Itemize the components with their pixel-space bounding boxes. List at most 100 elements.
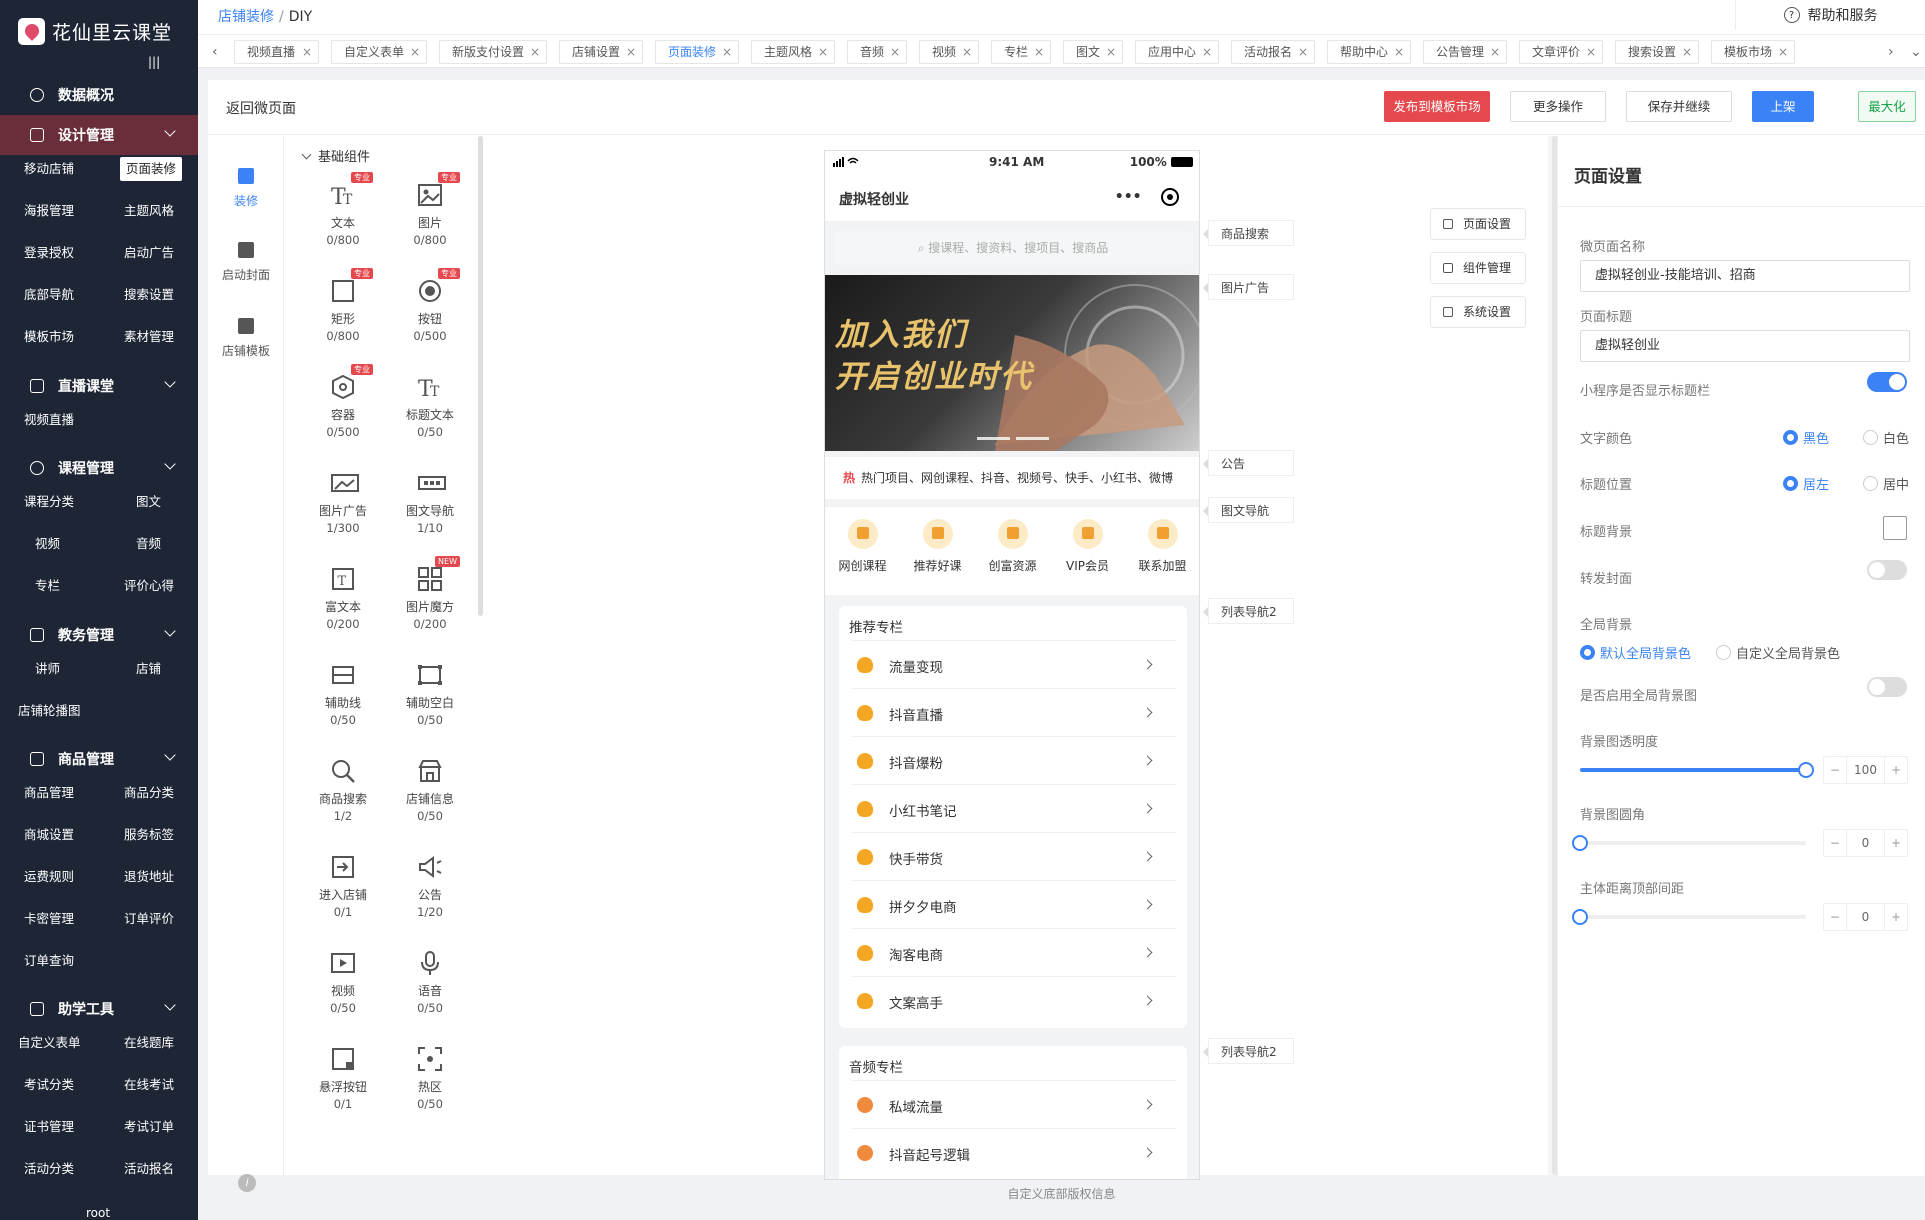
plus-icon[interactable]: + [1885,757,1907,783]
page-settings-button[interactable]: 页面设置 [1430,208,1526,240]
list-item[interactable]: 淘客电商 [851,928,1177,976]
close-icon[interactable]: × [1298,41,1308,63]
component-group-header[interactable]: 基础组件 [301,146,370,165]
tab-page-decoration[interactable]: 页面装修 × [655,40,739,64]
component-rect[interactable]: 专业 矩形 0/800 [303,268,383,343]
bg-opacity-slider[interactable] [1580,762,1814,778]
close-icon[interactable]: × [1778,41,1788,63]
text-color-black-radio[interactable]: 黑色 [1783,428,1829,447]
sidebar-item-bottom-nav[interactable]: 底部导航 [24,283,74,307]
slider-handle[interactable] [1572,835,1588,851]
custom-bg-radio[interactable]: 自定义全局背景色 [1716,643,1840,662]
back-link[interactable]: 返回微页面 [226,98,296,118]
title-bg-color-swatch[interactable] [1883,516,1907,540]
sidebar-item-order-review[interactable]: 订单评价 [124,907,174,931]
sidebar-item-online-exam[interactable]: 在线考试 [124,1073,174,1097]
component-video[interactable]: 视频 0/50 [303,950,383,1015]
system-settings-button[interactable]: 系统设置 [1430,296,1526,328]
component-button[interactable]: 专业 按钮 0/500 [390,268,470,343]
tab-theme[interactable]: 主题风格 × [751,40,835,64]
minus-icon[interactable]: − [1824,904,1846,930]
component-guide-line[interactable]: 辅助线 0/50 [303,662,383,727]
label-list-nav[interactable]: 列表导航2 [1203,598,1294,624]
close-circle-icon[interactable] [1161,188,1180,206]
tab-column[interactable]: 专栏 × [991,40,1051,64]
list-item[interactable]: 流量变现 [851,640,1177,688]
chevron-left-icon[interactable]: ‹ [212,44,218,60]
close-icon[interactable]: × [626,41,636,63]
component-manage-button[interactable]: 组件管理 [1430,252,1526,284]
close-icon[interactable]: × [890,41,900,63]
phone-notice[interactable]: 热热门项目、网创课程、抖音、视频号、快手、小红书、微博 [825,457,1199,499]
tab-help-center[interactable]: 帮助中心 × [1327,40,1411,64]
minus-icon[interactable]: − [1824,830,1846,856]
close-icon[interactable]: × [1202,41,1212,63]
tab-video-live[interactable]: 视频直播 × [234,40,319,64]
component-hotzone[interactable]: 热区 0/50 [390,1046,470,1111]
sidebar-item-custom-form[interactable]: 自定义表单 [18,1031,81,1055]
minus-icon[interactable]: − [1824,757,1846,783]
sidebar-group-academic[interactable]: 教务管理 [0,615,198,655]
sidebar-item-column[interactable]: 专栏 [35,574,60,598]
tab-audio[interactable]: 音频 × [847,40,907,64]
component-container[interactable]: 专业 容器 0/500 [303,364,383,439]
sidebar-item-shipping[interactable]: 运费规则 [24,865,74,889]
list-item[interactable]: 抖音直播 [851,688,1177,736]
close-icon[interactable]: × [1394,41,1404,63]
close-icon[interactable]: × [410,41,420,63]
component-image-nav[interactable]: 图文导航 1/10 [390,470,470,535]
sidebar-item-question-bank[interactable]: 在线题库 [124,1031,174,1055]
label-notice[interactable]: 公告 [1203,450,1294,476]
component-float-button[interactable]: 悬浮按钮 0/1 [303,1046,383,1111]
component-store-info[interactable]: 店铺信息 0/50 [390,758,470,823]
top-margin-slider[interactable] [1572,909,1806,925]
list-item[interactable]: 抖音起号逻辑 [851,1128,1177,1176]
breadcrumb-store-decoration[interactable]: 店铺装修 [218,9,274,25]
list-item[interactable]: 小红书笔记 [851,784,1177,832]
component-rich-text[interactable]: T 富文本 0/200 [303,566,383,631]
sidebar-item-store[interactable]: 店铺 [136,657,161,681]
vnav-store-template[interactable]: 店铺模板 [208,318,284,359]
vnav-decoration[interactable]: 装修 [208,168,284,209]
sidebar-item-video-live[interactable]: 视频直播 [24,408,74,432]
close-icon[interactable]: × [302,41,312,63]
component-title-text[interactable]: T T 标题文本 0/50 [390,374,470,439]
default-bg-radio[interactable]: 默认全局背景色 [1580,643,1691,662]
sidebar-item-return-address[interactable]: 退货地址 [124,865,174,889]
sidebar-item-mall-settings[interactable]: 商城设置 [24,823,74,847]
save-continue-button[interactable]: 保存并继续 [1626,91,1732,122]
sidebar-item-card-keys[interactable]: 卡密管理 [24,907,74,931]
sidebar-group-goods[interactable]: 商品管理 [0,739,198,779]
component-image-cube[interactable]: NEW 图片魔方 0/200 [390,556,470,631]
list-item[interactable]: 文案高手 [851,976,1177,1024]
component-goods-search[interactable]: 商品搜索 1/2 [303,758,383,823]
sidebar-item-theme[interactable]: 主题风格 [124,199,174,223]
share-cover-toggle[interactable] [1867,560,1907,580]
sidebar-item-materials[interactable]: 素材管理 [124,325,174,349]
sidebar-item-page-decoration[interactable]: 页面装修 [120,157,183,181]
sidebar-item-video[interactable]: 视频 [35,532,60,556]
carousel-dots[interactable] [977,437,1049,440]
sidebar-group-tools[interactable]: 助学工具 [0,989,198,1029]
label-goods-search[interactable]: 商品搜索 [1203,220,1294,246]
sidebar-item-course-category[interactable]: 课程分类 [24,490,74,514]
current-user[interactable]: root [86,1206,110,1220]
component-blank[interactable]: 辅助空白 0/50 [390,662,470,727]
nav-item-vip[interactable]: VIP会员 [1050,519,1125,574]
tab-article-review[interactable]: 文章评价 × [1519,40,1603,64]
list-item[interactable]: 拼夕夕电商 [851,880,1177,928]
sidebar-item-template-market[interactable]: 模板市场 [24,325,74,349]
collapse-menu-icon[interactable]: ||| [148,55,160,69]
sidebar-item-service-tags[interactable]: 服务标签 [124,823,174,847]
sidebar-item-goods-category[interactable]: 商品分类 [124,781,174,805]
show-titlebar-toggle[interactable] [1867,372,1907,392]
plus-icon[interactable]: + [1885,830,1907,856]
text-color-white-radio[interactable]: 白色 [1863,428,1909,447]
sidebar-group-live[interactable]: 直播课堂 [0,366,198,406]
online-button[interactable]: 上架 [1752,91,1814,122]
page-name-input[interactable]: 虚拟轻创业-技能培训、招商 [1580,260,1910,292]
nav-item-join[interactable]: 联系加盟 [1125,519,1199,574]
tab-video[interactable]: 视频 × [919,40,979,64]
title-left-radio[interactable]: 居左 [1783,474,1829,493]
sidebar-item-lecturer[interactable]: 讲师 [35,657,60,681]
